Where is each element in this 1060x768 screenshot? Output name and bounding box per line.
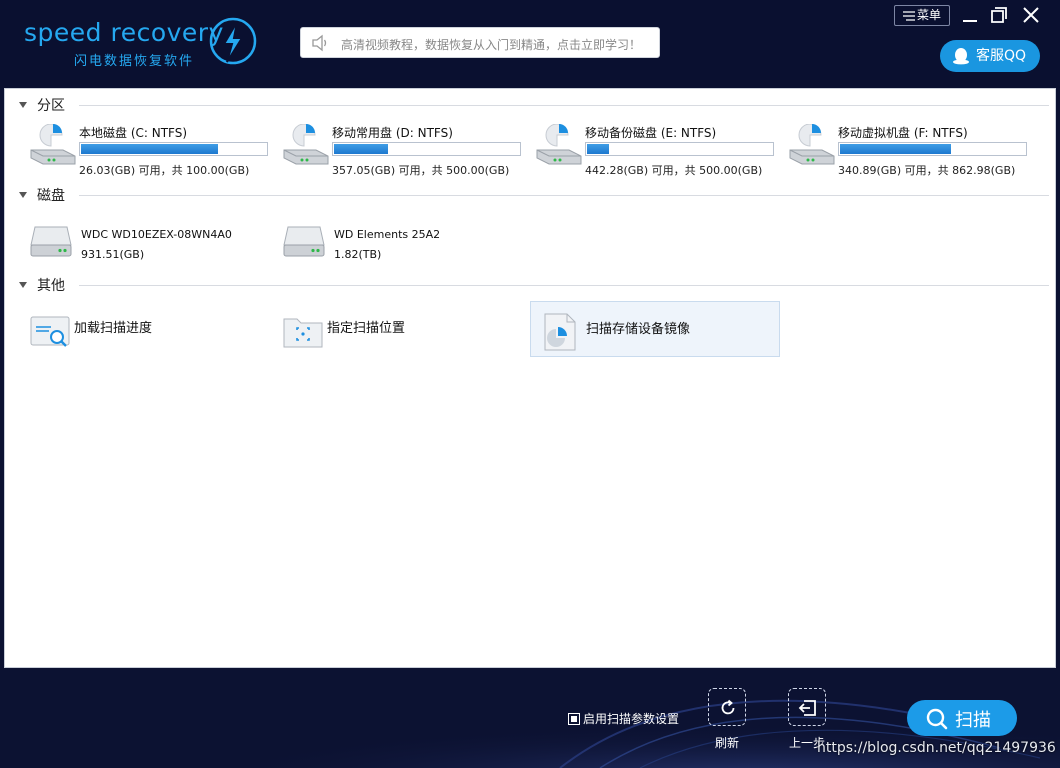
device-panel: 分区 本地磁盘 (C: NTFS) 26.03(GB) 可用，共 100.00(… bbox=[4, 88, 1056, 668]
section-title: 磁盘 bbox=[37, 188, 65, 204]
usage-bar bbox=[838, 142, 1027, 156]
maximize-icon[interactable] bbox=[989, 5, 1009, 25]
usage-bar bbox=[585, 142, 774, 156]
partition-item[interactable]: 移动虚拟机盘 (F: NTFS) 340.89(GB) 可用，共 862.98(… bbox=[786, 124, 1036, 180]
refresh-button[interactable]: 刷新 bbox=[697, 668, 757, 750]
title-bar: speed recovery 闪电数据恢复软件 高清视频教程，数据恢复从入门到精… bbox=[0, 0, 1060, 88]
qq-label: 客服QQ bbox=[976, 48, 1027, 64]
partition-name: 移动常用盘 (D: NTFS) bbox=[332, 126, 453, 140]
section-partitions[interactable]: 分区 bbox=[19, 95, 1049, 115]
back-button[interactable]: 上一步 bbox=[777, 668, 837, 750]
notice-text: 高清视频教程，数据恢复从入门到精通，点击立即学习！ bbox=[341, 38, 642, 52]
disk-size: 1.82(TB) bbox=[334, 248, 382, 261]
section-title: 其他 bbox=[37, 278, 65, 294]
lightning-icon bbox=[209, 17, 257, 65]
menu-button[interactable]: 菜单 bbox=[894, 5, 950, 26]
partition-name: 移动备份磁盘 (E: NTFS) bbox=[585, 126, 717, 140]
collapse-arrow-icon[interactable] bbox=[19, 102, 27, 108]
partition-drive-icon bbox=[789, 124, 835, 165]
hard-drive-icon bbox=[30, 226, 72, 257]
menu-lines-icon bbox=[902, 10, 915, 21]
disk-item[interactable]: WD Elements 25A2 1.82(TB) bbox=[282, 225, 532, 269]
load-scan-progress-item[interactable]: 加载扫描进度 bbox=[19, 301, 269, 357]
tutorial-notice-bar[interactable]: 高清视频教程，数据恢复从入门到精通，点击立即学习！ bbox=[300, 27, 660, 58]
footer-bar: 启用扫描参数设置 刷新 上一步 扫描 https://blog.csdn.net… bbox=[0, 668, 1060, 768]
scan-params-checkbox[interactable] bbox=[568, 713, 580, 725]
collapse-arrow-icon[interactable] bbox=[19, 192, 27, 198]
disk-name: WD Elements 25A2 bbox=[334, 228, 441, 241]
usage-bar-fill bbox=[334, 144, 388, 154]
item-label: 加载扫描进度 bbox=[74, 321, 153, 336]
collapse-arrow-icon[interactable] bbox=[19, 282, 27, 288]
speaker-icon bbox=[312, 34, 327, 52]
hard-drive-icon bbox=[283, 226, 325, 257]
back-box[interactable] bbox=[788, 688, 826, 726]
disk-item[interactable]: WDC WD10EZEX-08WN4A0 931.51(GB) bbox=[29, 225, 279, 269]
section-divider bbox=[79, 195, 1049, 196]
section-divider bbox=[79, 105, 1049, 106]
section-disks[interactable]: 磁盘 bbox=[19, 185, 1049, 205]
partition-drive-icon bbox=[30, 124, 76, 165]
partition-capacity: 442.28(GB) 可用，共 500.00(GB) bbox=[585, 164, 763, 177]
partition-capacity: 357.05(GB) 可用，共 500.00(GB) bbox=[332, 164, 510, 177]
minimize-icon[interactable] bbox=[960, 5, 980, 25]
partition-capacity: 340.89(GB) 可用，共 862.98(GB) bbox=[838, 164, 1016, 177]
partition-drive-icon bbox=[536, 124, 582, 165]
section-divider bbox=[79, 285, 1049, 286]
back-icon bbox=[798, 700, 816, 716]
usage-bar-fill bbox=[81, 144, 218, 154]
scan-label: 扫描 bbox=[955, 710, 991, 731]
scan-button[interactable]: 扫描 bbox=[907, 700, 1017, 736]
partition-capacity: 26.03(GB) 可用，共 100.00(GB) bbox=[79, 164, 250, 177]
folder-target-icon bbox=[283, 318, 323, 348]
partition-item[interactable]: 移动常用盘 (D: NTFS) 357.05(GB) 可用，共 500.00(G… bbox=[280, 124, 530, 180]
disk-size: 931.51(GB) bbox=[81, 248, 145, 261]
refresh-icon bbox=[721, 699, 735, 715]
close-icon[interactable] bbox=[1021, 5, 1041, 25]
scan-params-option[interactable]: 启用扫描参数设置 bbox=[568, 710, 679, 727]
section-other[interactable]: 其他 bbox=[19, 275, 1049, 295]
app-logo: speed recovery 闪电数据恢复软件 bbox=[22, 12, 262, 72]
partition-item[interactable]: 本地磁盘 (C: NTFS) 26.03(GB) 可用，共 100.00(GB) bbox=[27, 124, 277, 180]
item-label: 扫描存储设备镜像 bbox=[586, 322, 691, 337]
watermark-text: https://blog.csdn.net/qq21497936 bbox=[817, 740, 1056, 756]
qq-penguin-icon bbox=[953, 48, 969, 65]
usage-bar bbox=[332, 142, 521, 156]
customer-service-qq-button[interactable]: 客服QQ bbox=[940, 40, 1040, 72]
load-progress-icon bbox=[30, 316, 70, 347]
item-label: 指定扫描位置 bbox=[327, 321, 406, 336]
specify-scan-location-item[interactable]: 指定扫描位置 bbox=[272, 301, 522, 357]
search-icon bbox=[926, 708, 948, 730]
usage-bar bbox=[79, 142, 268, 156]
scan-params-label: 启用扫描参数设置 bbox=[583, 712, 680, 726]
image-file-icon bbox=[544, 313, 576, 351]
disk-name: WDC WD10EZEX-08WN4A0 bbox=[81, 228, 232, 241]
refresh-label: 刷新 bbox=[714, 736, 739, 750]
section-title: 分区 bbox=[37, 98, 65, 114]
partition-name: 移动虚拟机盘 (F: NTFS) bbox=[838, 126, 968, 140]
logo-text: speed recovery bbox=[24, 18, 224, 47]
usage-bar-fill bbox=[587, 144, 609, 154]
usage-bar-fill bbox=[840, 144, 951, 154]
logo-subtitle: 闪电数据恢复软件 bbox=[74, 54, 195, 69]
menu-label: 菜单 bbox=[916, 8, 941, 22]
refresh-box[interactable] bbox=[708, 688, 746, 726]
scan-device-image-item[interactable]: 扫描存储设备镜像 bbox=[530, 301, 780, 357]
partition-name: 本地磁盘 (C: NTFS) bbox=[79, 126, 188, 140]
partition-item[interactable]: 移动备份磁盘 (E: NTFS) 442.28(GB) 可用，共 500.00(… bbox=[533, 124, 783, 180]
partition-drive-icon bbox=[283, 124, 329, 165]
